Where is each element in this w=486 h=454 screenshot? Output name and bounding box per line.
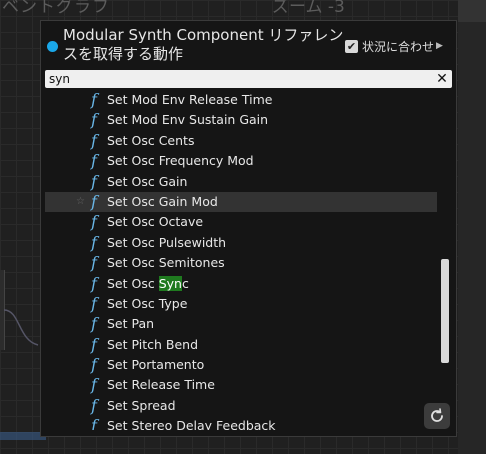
action-item-label: Set Stereo Delay Feedback (107, 418, 276, 430)
action-item-label: Set Osc Semitones (107, 255, 225, 271)
action-item[interactable]: f Set Osc Cents (45, 131, 437, 151)
scrollbar-thumb[interactable] (441, 259, 449, 363)
action-item[interactable]: f Set Spread (45, 396, 437, 416)
graph-wire (3, 309, 39, 346)
action-item[interactable]: f Set Pitch Bend (45, 335, 437, 355)
action-item-label: Set Osc Octave (107, 214, 204, 230)
action-item[interactable]: f Set Pan (45, 314, 437, 334)
function-icon: f (91, 314, 97, 334)
chevron-right-icon: ▶ (436, 41, 443, 51)
action-list: f Set Mod Env Release Time f Set Mod Env Su… (45, 90, 437, 430)
action-item-label: Set Osc Gain (107, 173, 188, 189)
graph-title: ベントグラフ (2, 0, 110, 17)
zoom-label: ズーム -3 (272, 0, 345, 17)
side-panel (458, 0, 486, 454)
refresh-button[interactable] (424, 403, 450, 429)
action-item-label: Set Mod Env Sustain Gain (107, 112, 269, 128)
action-item-label: Set Osc Sync (107, 274, 189, 294)
search-match-highlight: Syn (158, 275, 182, 291)
function-icon: f (91, 110, 97, 130)
action-item-label: Set Pan (107, 316, 155, 332)
action-item[interactable]: f Set Osc Frequency Mod (45, 151, 437, 171)
action-item[interactable]: f Set Osc Semitones (45, 253, 437, 273)
action-item-label: Set Portamento (107, 357, 205, 373)
function-icon: f (91, 90, 97, 109)
action-menu: Modular Synth Component リファレンスを取得する動作 ✔ … (40, 20, 457, 437)
function-icon: f (91, 253, 97, 273)
function-icon: f (91, 416, 97, 430)
action-item[interactable]: f Set Osc Type (45, 294, 437, 314)
clear-search-icon[interactable]: ✕ (434, 70, 450, 88)
context-sensitive-label: 状況に合わせ (362, 39, 435, 54)
action-item-label: Set Pitch Bend (107, 336, 199, 352)
label-prefix: Set Osc (107, 275, 159, 291)
search-input[interactable] (49, 71, 429, 87)
menu-title: Modular Synth Component リファレンスを取得する動作 (63, 26, 344, 63)
context-sensitive-checkbox[interactable]: ✔ (345, 39, 358, 53)
context-sensitive-toggle[interactable]: ✔ 状況に合わせ ▶ (345, 36, 443, 56)
function-icon: f (91, 212, 97, 232)
function-icon: f (91, 130, 97, 150)
action-item-label: Set Spread (107, 397, 176, 413)
action-item-label: Set Osc Pulsewidth (107, 234, 227, 250)
favorite-star-icon[interactable]: ☆ (76, 192, 85, 212)
action-item[interactable]: f Set Osc Pulsewidth (45, 233, 437, 253)
action-item[interactable]: f Set Osc Sync (45, 274, 437, 294)
action-item[interactable]: f Set Mod Env Sustain Gain (45, 110, 437, 130)
refresh-icon (431, 408, 443, 422)
function-icon: f (91, 273, 97, 293)
search-box: ✕ (45, 70, 452, 88)
menu-header: Modular Synth Component リファレンスを取得する動作 ✔ … (41, 21, 456, 67)
action-item[interactable]: f Set Osc Gain (45, 172, 437, 192)
action-item[interactable]: ☆ f Set Osc Gain Mod (45, 191, 437, 213)
function-icon: f (91, 171, 97, 191)
action-item-label: Set Osc Gain Mod (107, 193, 218, 209)
action-item[interactable]: f Set Release Time (45, 375, 437, 395)
action-item-label: Set Osc Cents (107, 132, 195, 148)
function-icon: f (91, 375, 97, 395)
side-panel-header (458, 0, 486, 22)
function-icon: f (91, 151, 97, 171)
label-suffix: c (181, 275, 189, 291)
action-item-label: Set Osc Type (107, 295, 188, 311)
function-icon: f (91, 355, 97, 375)
action-item-label: Set Mod Env Release Time (107, 92, 273, 107)
context-dot-icon (47, 41, 58, 52)
action-item[interactable]: f Set Osc Octave (45, 212, 437, 232)
action-item-label: Set Release Time (107, 377, 215, 393)
action-item[interactable]: f Set Portamento (45, 355, 437, 375)
action-item[interactable]: f Set Stereo Delay Feedback (45, 416, 437, 430)
function-icon: f (91, 334, 97, 354)
function-icon: f (91, 232, 97, 252)
function-icon: f (91, 395, 97, 415)
function-icon: f (91, 191, 97, 211)
function-icon: f (91, 293, 97, 313)
action-item[interactable]: f Set Mod Env Release Time (45, 90, 437, 110)
action-item-label: Set Osc Frequency Mod (107, 153, 254, 169)
